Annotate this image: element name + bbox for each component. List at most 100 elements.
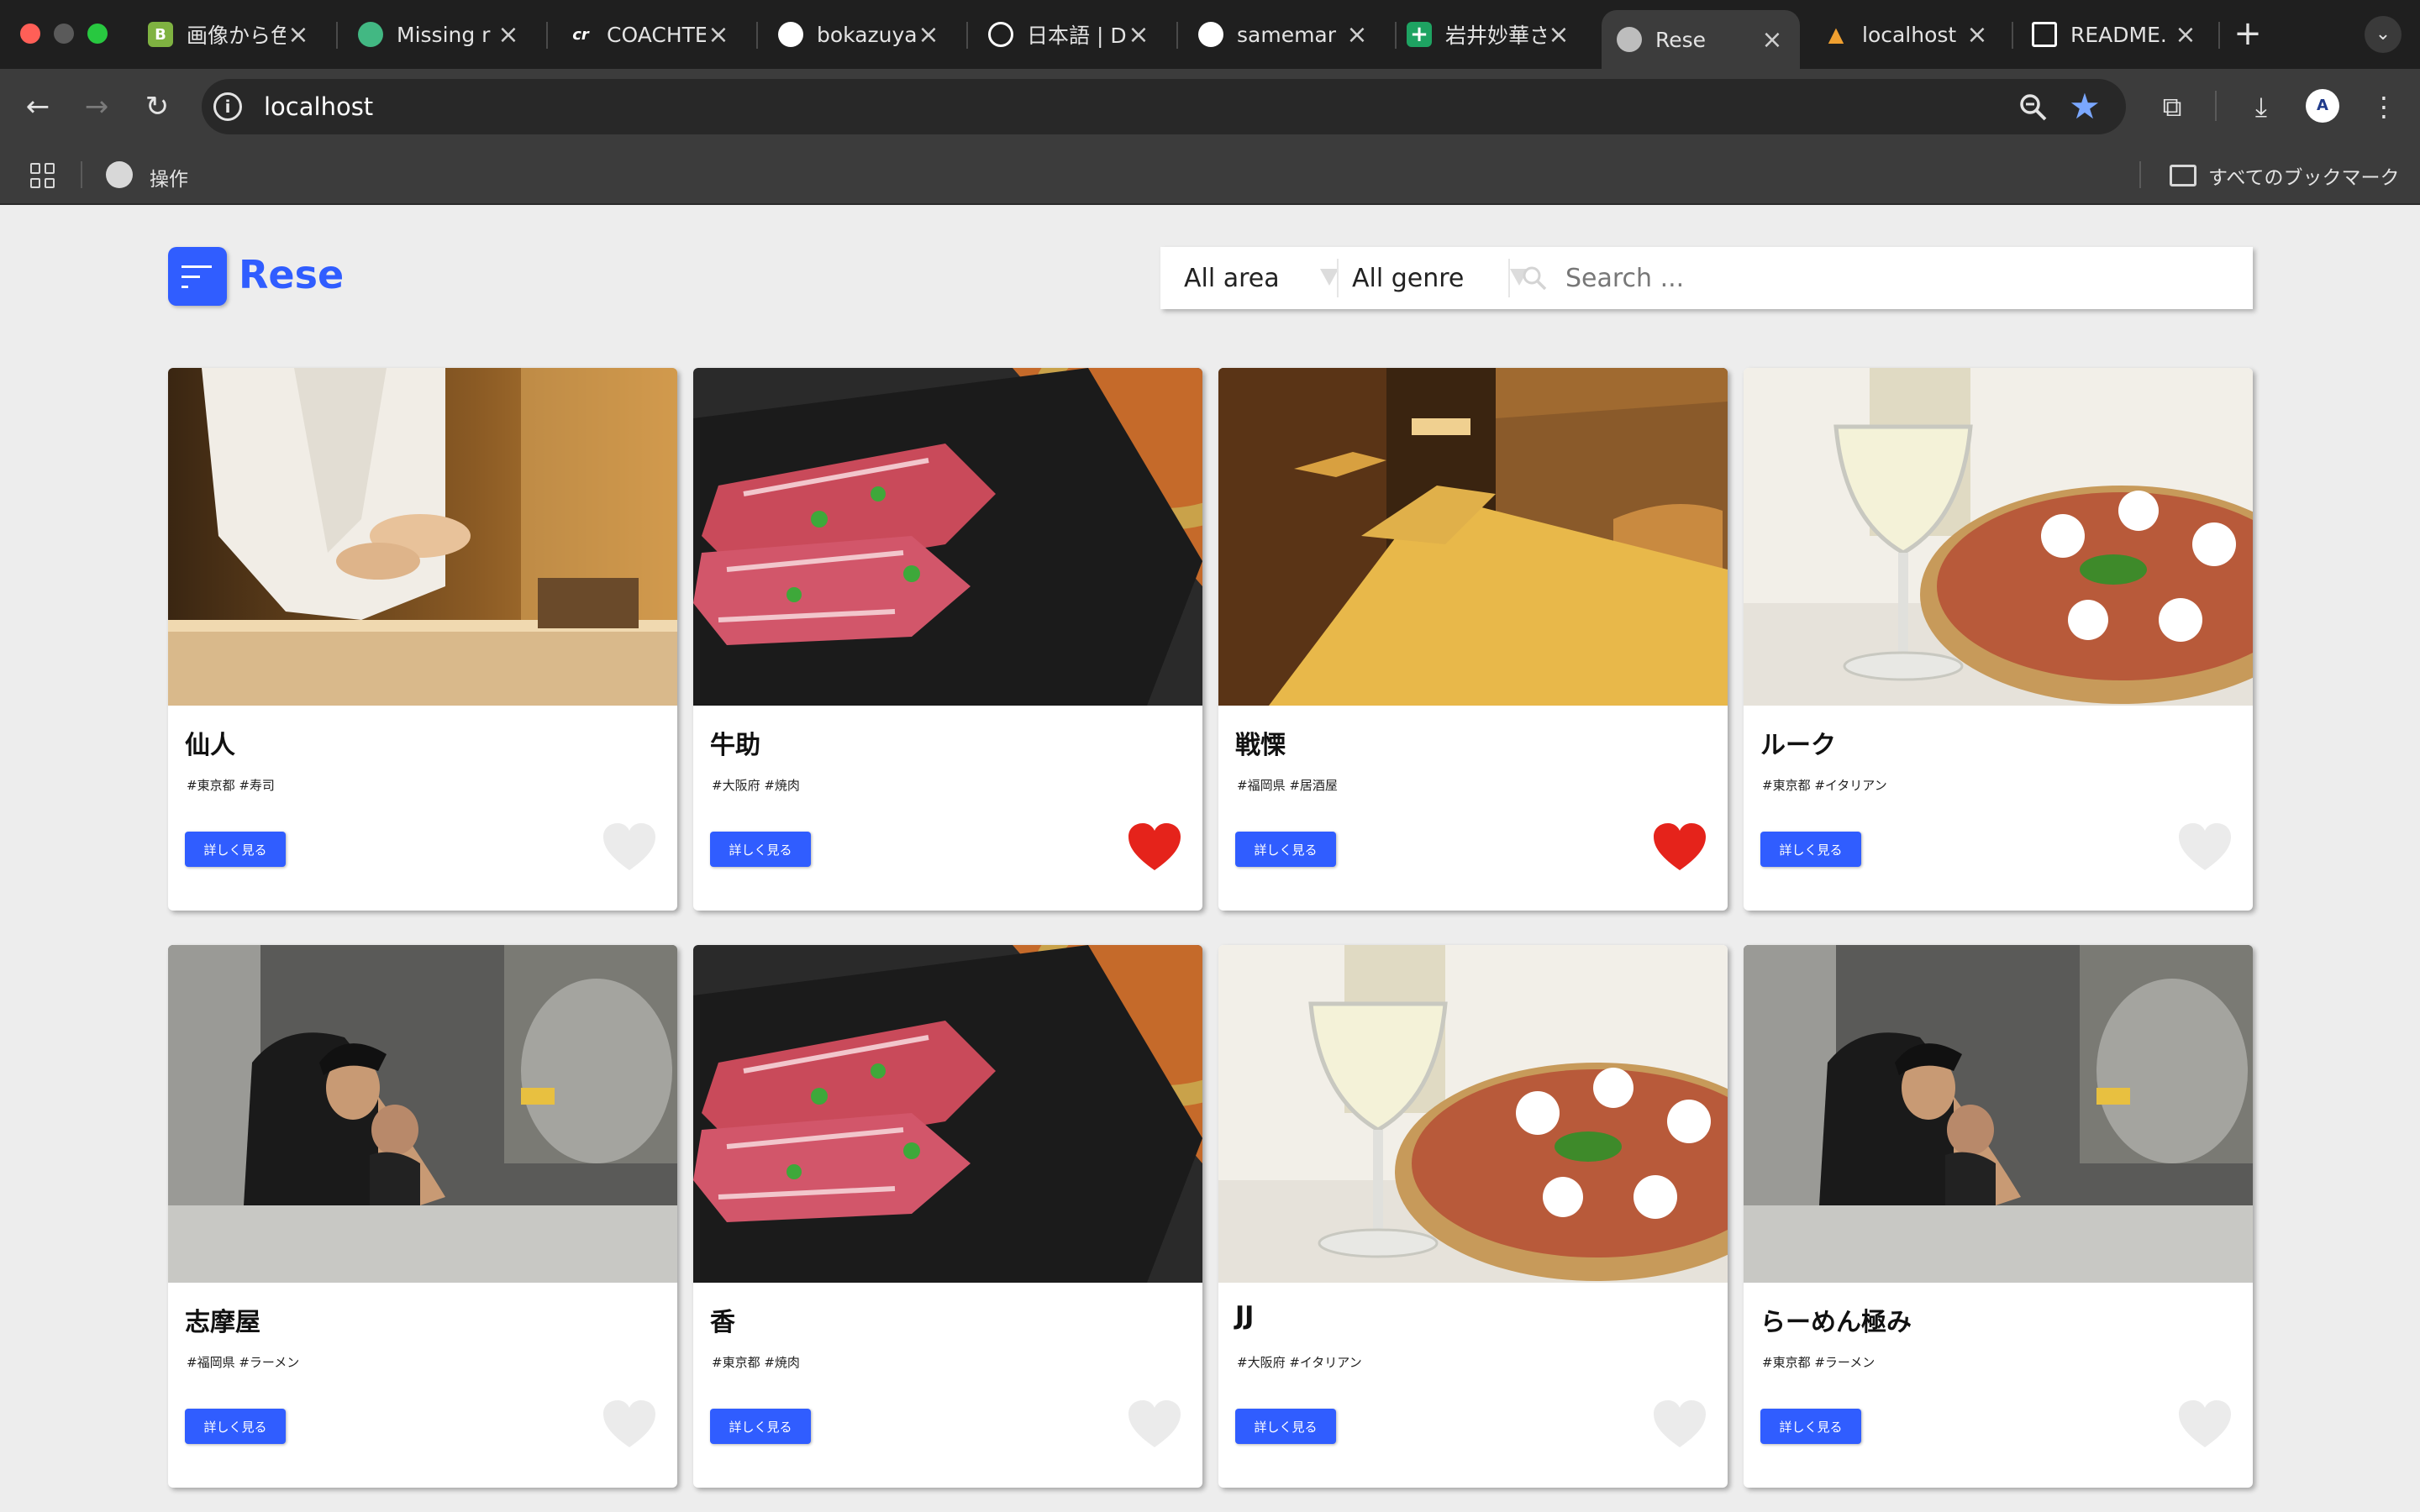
doc-icon: B (148, 22, 173, 47)
bookmark-item[interactable]: 操作 (150, 163, 188, 192)
shop-photo (693, 945, 1202, 1283)
globe-icon[interactable] (106, 161, 133, 188)
shop-tags: #東京都 #ラーメン (1762, 1355, 1876, 1370)
shop-photo (168, 368, 677, 706)
new-tab-button[interactable]: + (2231, 17, 2265, 50)
search-input[interactable] (1565, 247, 2238, 309)
bookmark-star-icon[interactable]: ★ (2065, 87, 2104, 126)
detail-button[interactable]: 詳しく見る (185, 832, 286, 867)
address-bar[interactable]: i localhost ★ (202, 79, 2126, 134)
notion-icon (2032, 22, 2057, 47)
sheets-icon: + (1407, 22, 1432, 47)
shop-tags: #東京都 #焼肉 (712, 1355, 800, 1370)
browser-tab[interactable]: Missing r × (343, 10, 536, 59)
browser-tab-active[interactable]: Rese × (1602, 10, 1800, 69)
shop-name: ルーク (1760, 731, 1836, 760)
close-icon[interactable]: × (286, 20, 311, 50)
genre-select[interactable]: All genre (1352, 247, 1528, 309)
browser-tab[interactable]: samemar × (1183, 10, 1385, 59)
shop-photo-frame (693, 368, 1202, 706)
back-icon[interactable]: ← (18, 87, 57, 126)
heart-icon[interactable] (602, 1399, 657, 1449)
site-info-icon[interactable]: i (213, 92, 242, 121)
detail-button[interactable]: 詳しく見る (1235, 832, 1336, 867)
shop-tags: #福岡県 #ラーメン (187, 1355, 300, 1370)
menu-dots-icon[interactable]: ⋮ (2365, 87, 2403, 126)
window-minimize-button[interactable] (54, 24, 74, 44)
close-icon[interactable]: × (496, 20, 521, 50)
browser-tab[interactable]: ▲ localhost × (1808, 10, 2005, 59)
shop-card: 仙人 #東京都 #寿司 詳しく見る (168, 368, 677, 911)
shop-photo (693, 368, 1202, 706)
browser-tab[interactable]: 日本語 | D × (973, 10, 1166, 59)
window-close-button[interactable] (20, 24, 40, 44)
reload-icon[interactable]: ↻ (138, 87, 176, 126)
detail-button[interactable]: 詳しく見る (710, 1409, 811, 1444)
browser-tab[interactable]: + 岩井妙華さ × (1392, 10, 1586, 59)
brand-title: Rese (239, 252, 345, 297)
shop-name: 香 (710, 1308, 735, 1337)
close-icon[interactable]: × (1546, 20, 1571, 50)
heart-icon[interactable] (602, 822, 657, 872)
shop-photo (1218, 945, 1728, 1283)
shop-photo-frame (1218, 368, 1728, 706)
shop-photo-frame (168, 368, 677, 706)
tab-title: localhost (1862, 22, 1957, 47)
detail-button[interactable]: 詳しく見る (1235, 1409, 1336, 1444)
folder-icon (2170, 165, 2196, 186)
browser-tab[interactable]: README. × (2017, 10, 2213, 59)
heart-icon[interactable] (2177, 822, 2233, 872)
tab-search-button[interactable]: ⌄ (2365, 16, 2402, 53)
menu-button[interactable] (168, 247, 227, 306)
close-icon[interactable]: × (1965, 20, 1990, 50)
ct-icon: cr (572, 25, 589, 44)
heart-icon[interactable] (1127, 822, 1182, 872)
heart-icon[interactable] (1652, 822, 1707, 872)
forward-icon[interactable]: → (77, 87, 116, 126)
area-select[interactable]: All area (1184, 247, 1339, 309)
close-icon[interactable]: × (706, 20, 731, 50)
openai-icon (988, 22, 1013, 47)
area-select-value: All area (1184, 263, 1280, 293)
heart-icon[interactable] (1127, 1399, 1182, 1449)
shop-card: らーめん極み #東京都 #ラーメン 詳しく見る (1744, 945, 2253, 1488)
profile-avatar[interactable]: A (2306, 89, 2339, 123)
close-icon[interactable]: × (1760, 25, 1785, 55)
browser-tab[interactable]: bokazuya × (763, 10, 956, 59)
circle-icon (358, 22, 383, 47)
heart-icon[interactable] (1652, 1399, 1707, 1449)
shop-name: 戦慄 (1235, 731, 1286, 760)
shop-name: らーめん極み (1760, 1308, 1912, 1337)
globe-icon (1617, 27, 1642, 52)
shop-tags: #東京都 #イタリアン (1762, 778, 1887, 793)
close-icon[interactable]: × (916, 20, 941, 50)
detail-button[interactable]: 詳しく見る (185, 1409, 286, 1444)
browser-tab-bar: B 画像から色 × Missing r × cr COACHTE × bokaz… (0, 0, 2420, 69)
close-icon[interactable]: × (1344, 20, 1370, 50)
window-maximize-button[interactable] (87, 24, 108, 44)
shop-photo (1218, 368, 1728, 706)
detail-button[interactable]: 詳しく見る (710, 832, 811, 867)
detail-button[interactable]: 詳しく見る (1760, 832, 1861, 867)
shop-name: 志摩屋 (185, 1308, 260, 1337)
shop-photo (1744, 368, 2253, 706)
tab-title: 岩井妙華さ (1445, 24, 1546, 48)
close-icon[interactable]: × (1126, 20, 1151, 50)
apps-grid-icon[interactable] (30, 163, 55, 188)
browser-tab[interactable]: B 画像から色 × (133, 10, 326, 59)
shop-tags: #大阪府 #イタリアン (1237, 1355, 1362, 1370)
shop-photo (1744, 945, 2253, 1283)
all-bookmarks-label: すべてのブックマーク (2208, 167, 2400, 189)
heart-icon[interactable] (2177, 1399, 2233, 1449)
tab-title: Missing r (397, 22, 491, 47)
browser-tab[interactable]: cr COACHTE × (553, 10, 746, 59)
address-url[interactable]: localhost (264, 92, 373, 121)
shop-tags: #東京都 #寿司 (187, 778, 275, 793)
shop-photo-frame (168, 945, 677, 1283)
close-icon[interactable]: × (2173, 20, 2198, 50)
all-bookmarks-button[interactable]: すべてのブックマーク (2170, 161, 2399, 190)
download-icon[interactable]: ⤓ (2242, 87, 2281, 126)
zoom-icon[interactable] (2017, 91, 2050, 124)
detail-button[interactable]: 詳しく見る (1760, 1409, 1861, 1444)
extensions-icon[interactable]: ⧉ (2153, 87, 2191, 126)
